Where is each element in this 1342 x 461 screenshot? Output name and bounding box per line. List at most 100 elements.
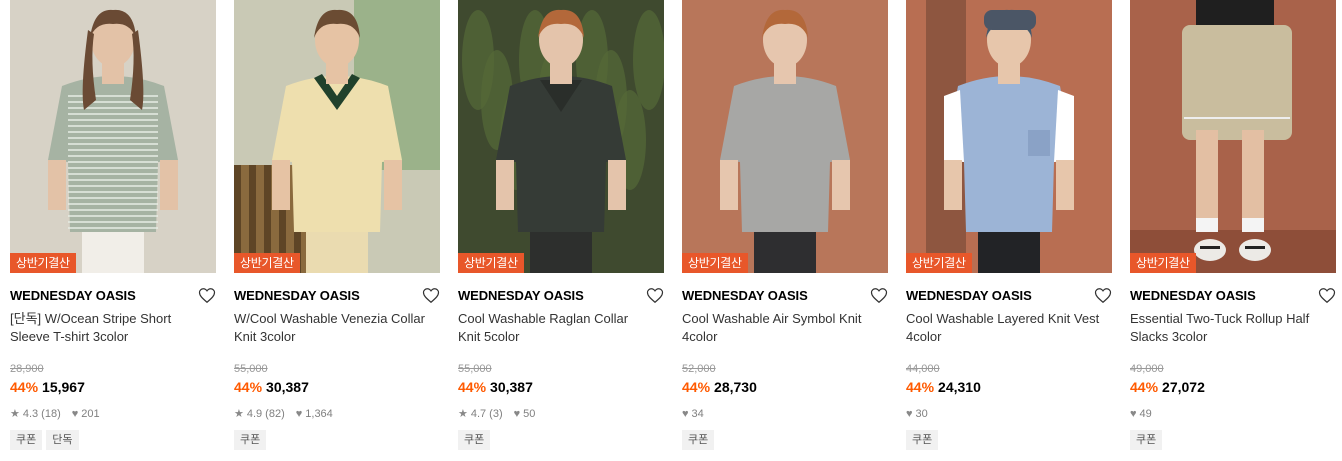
product-title[interactable]: Cool Washable Layered Knit Vest 4color: [906, 310, 1112, 346]
product-card[interactable]: 상반기결산 WEDNESDAY OASIS Cool Washable Ragl…: [458, 0, 664, 461]
price-row: 44% 15,967: [10, 378, 216, 396]
like-count: 1,364: [305, 408, 333, 420]
tag-chip: 쿠폰: [234, 430, 267, 450]
brand-row: WEDNESDAY OASIS: [10, 286, 216, 306]
product-title[interactable]: Essential Two-Tuck Rollup Half Slacks 3c…: [1130, 310, 1336, 346]
product-stats: ★ 4.9 (82) ♥ 1,364: [234, 407, 440, 421]
brand-name[interactable]: WEDNESDAY OASIS: [1130, 286, 1336, 306]
price-row: 44% 27,072: [1130, 378, 1336, 396]
price-row: 44% 30,387: [458, 378, 664, 396]
brand-name[interactable]: WEDNESDAY OASIS: [682, 286, 888, 306]
product-grid: 상반기결산 WEDNESDAY OASIS [단독] W/Ocean Strip…: [0, 0, 1342, 461]
rating-value: 4.9: [246, 408, 263, 420]
product-title[interactable]: Cool Washable Air Symbol Knit 4color: [682, 310, 888, 346]
sale-price: 15,967: [42, 379, 85, 395]
product-title[interactable]: W/Cool Washable Venezia Collar Knit 3col…: [234, 310, 440, 346]
tag-list: 쿠폰: [682, 430, 888, 450]
brand-name[interactable]: WEDNESDAY OASIS: [458, 286, 664, 306]
product-card[interactable]: 상반기결산 WEDNESDAY OASIS Cool Washable Air …: [682, 0, 888, 461]
heart-icon[interactable]: [1094, 287, 1112, 304]
product-card[interactable]: 상반기결산 WEDNESDAY OASIS Essential Two-Tuck…: [1130, 0, 1336, 461]
heart-icon[interactable]: [198, 287, 216, 304]
brand-row: WEDNESDAY OASIS: [906, 286, 1112, 306]
heart-icon[interactable]: [1318, 287, 1336, 304]
tag-chip: 쿠폰: [10, 430, 43, 450]
brand-row: WEDNESDAY OASIS: [1130, 286, 1336, 306]
original-price: 49,000: [1130, 363, 1164, 375]
heart-icon[interactable]: [870, 287, 888, 304]
product-stats: ♥ 34: [682, 407, 888, 421]
product-image: [10, 0, 216, 273]
discount-rate: 44%: [458, 379, 487, 395]
original-price: 55,000: [234, 363, 268, 375]
product-thumbnail[interactable]: 상반기결산: [906, 0, 1112, 273]
product-image: [682, 0, 888, 273]
product-thumbnail[interactable]: 상반기결산: [10, 0, 216, 273]
brand-name[interactable]: WEDNESDAY OASIS: [234, 286, 440, 306]
like-heart-icon: ♥: [906, 408, 913, 420]
product-card[interactable]: 상반기결산 WEDNESDAY OASIS W/Cool Washable Ve…: [234, 0, 440, 461]
product-image: [458, 0, 664, 273]
review-count: (82): [265, 408, 285, 420]
discount-rate: 44%: [682, 379, 711, 395]
promo-badge: 상반기결산: [1130, 253, 1196, 273]
like-count: 34: [691, 408, 704, 420]
brand-name[interactable]: WEDNESDAY OASIS: [906, 286, 1112, 306]
tag-chip: 쿠폰: [1130, 430, 1163, 450]
tag-list: 쿠폰: [906, 430, 1112, 450]
discount-rate: 44%: [1130, 379, 1159, 395]
like-heart-icon: ♥: [1130, 408, 1137, 420]
like-count: 49: [1139, 408, 1152, 420]
product-card[interactable]: 상반기결산 WEDNESDAY OASIS [단독] W/Ocean Strip…: [10, 0, 216, 461]
heart-icon[interactable]: [422, 287, 440, 304]
original-price: 44,000: [906, 363, 940, 375]
brand-name[interactable]: WEDNESDAY OASIS: [10, 286, 216, 306]
sale-price: 30,387: [490, 379, 533, 395]
promo-badge: 상반기결산: [10, 253, 76, 273]
sale-price: 27,072: [1162, 379, 1205, 395]
sale-price: 24,310: [938, 379, 981, 395]
like-heart-icon: ♥: [71, 408, 79, 420]
product-thumbnail[interactable]: 상반기결산: [458, 0, 664, 273]
rating-value: 4.7: [470, 408, 487, 420]
review-count: (18): [41, 408, 61, 420]
tag-list: 쿠폰 단독: [10, 430, 216, 450]
tag-chip: 쿠폰: [458, 430, 491, 450]
tag-list: 쿠폰: [458, 430, 664, 450]
original-price: 55,000: [458, 363, 492, 375]
like-count: 201: [81, 408, 100, 420]
product-thumbnail[interactable]: 상반기결산: [682, 0, 888, 273]
review-count: (3): [489, 408, 503, 420]
like-count: 30: [915, 408, 928, 420]
like-heart-icon: ♥: [682, 408, 689, 420]
product-image: [234, 0, 440, 273]
product-stats: ♥ 30: [906, 407, 1112, 421]
original-price: 52,000: [682, 363, 716, 375]
product-card[interactable]: 상반기결산 WEDNESDAY OASIS Cool Washable Laye…: [906, 0, 1112, 461]
promo-badge: 상반기결산: [458, 253, 524, 273]
product-thumbnail[interactable]: 상반기결산: [1130, 0, 1336, 273]
like-heart-icon: ♥: [295, 408, 303, 420]
product-stats: ★ 4.7 (3) ♥ 50: [458, 407, 664, 421]
promo-badge: 상반기결산: [906, 253, 972, 273]
promo-badge: 상반기결산: [234, 253, 300, 273]
brand-row: WEDNESDAY OASIS: [234, 286, 440, 306]
product-title[interactable]: Cool Washable Raglan Collar Knit 5color: [458, 310, 664, 346]
star-icon: ★: [10, 408, 20, 420]
star-icon: ★: [458, 408, 468, 420]
tag-chip: 쿠폰: [906, 430, 939, 450]
like-count: 50: [523, 408, 536, 420]
discount-rate: 44%: [10, 379, 39, 395]
brand-row: WEDNESDAY OASIS: [458, 286, 664, 306]
price-row: 44% 28,730: [682, 378, 888, 396]
discount-rate: 44%: [906, 379, 935, 395]
product-title[interactable]: [단독] W/Ocean Stripe Short Sleeve T-shirt…: [10, 310, 216, 346]
price-row: 44% 30,387: [234, 378, 440, 396]
product-stats: ★ 4.3 (18) ♥ 201: [10, 407, 216, 421]
heart-icon[interactable]: [646, 287, 664, 304]
tag-chip: 단독: [46, 430, 79, 450]
sale-price: 30,387: [266, 379, 309, 395]
product-thumbnail[interactable]: 상반기결산: [234, 0, 440, 273]
tag-chip: 쿠폰: [682, 430, 715, 450]
star-icon: ★: [234, 408, 244, 420]
